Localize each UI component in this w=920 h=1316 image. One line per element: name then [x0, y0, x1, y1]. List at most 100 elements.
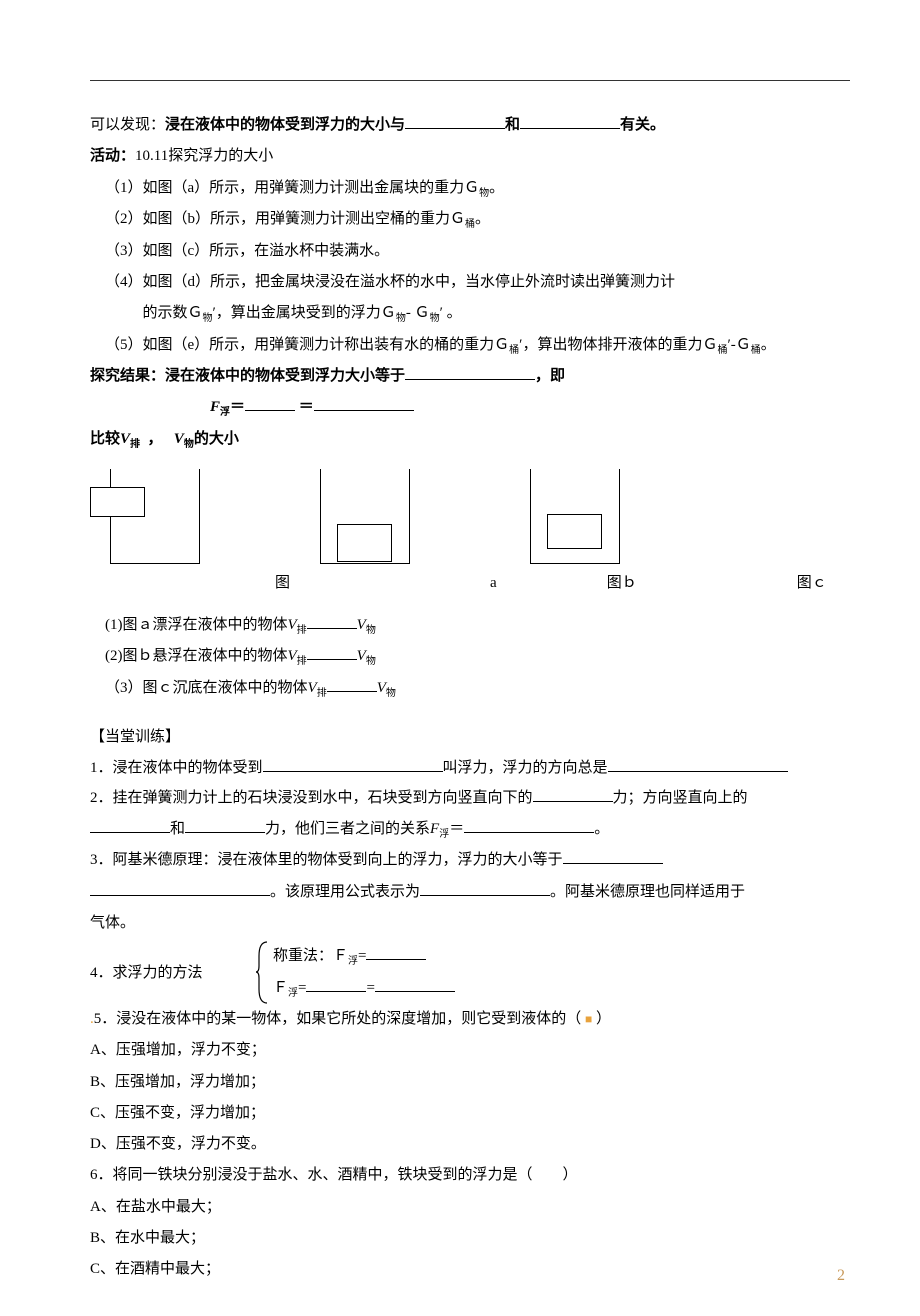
training-header: 【当堂训练】	[90, 723, 850, 752]
caption: 图ｃ	[797, 569, 827, 598]
var: V	[357, 617, 366, 633]
var: V	[357, 648, 366, 664]
text: A、在盐水中最大；	[90, 1199, 221, 1215]
blank	[608, 771, 788, 772]
q6-A: A、在盐水中最大；	[90, 1193, 850, 1222]
diagram-suspend-box	[337, 524, 392, 562]
sub: 物	[430, 313, 440, 324]
text: 有关。	[620, 117, 665, 133]
q4: 4．求浮力的方法 称重法：Ｆ浮= Ｆ浮==	[90, 940, 850, 1005]
text: 和	[505, 117, 520, 133]
blank	[185, 832, 265, 833]
sub: 物	[396, 313, 406, 324]
sub: 桶	[465, 219, 475, 230]
sub: 浮	[220, 407, 230, 418]
text: （5）如图（e）所示，用弹簧测力计称出装有水的桶的重力Ｇ	[105, 337, 509, 353]
diagram-float-box	[90, 487, 145, 517]
caption-row: 图a图ｂ图ｃ	[90, 569, 850, 598]
blank	[90, 832, 170, 833]
sub: 物	[184, 439, 194, 450]
text: 。	[475, 211, 490, 227]
activity-title: 活动：10.11探究浮力的大小	[90, 142, 850, 171]
diagram-a	[100, 469, 210, 564]
text: =	[358, 948, 366, 964]
sub: 物	[366, 625, 376, 636]
var: F	[210, 399, 220, 415]
blank	[375, 991, 455, 992]
text: B、压强增加，浮力增加；	[90, 1074, 265, 1090]
text: 3．阿基米德原理：浸在液体里的物体受到向上的浮力，浮力的大小等于	[90, 852, 563, 868]
q4-label: 4．求浮力的方法	[90, 940, 255, 1005]
text: 可以发现：	[90, 117, 165, 133]
text: C、在酒精中最大；	[90, 1261, 220, 1277]
diagram-row	[90, 469, 850, 564]
q3-line3: 气体。	[90, 909, 850, 938]
blank	[307, 659, 357, 660]
step-4a: （4）如图（d）所示，把金属块浸没在溢水杯的水中，当水停止外流时读出弹簧测力计	[90, 268, 850, 297]
sub: 排	[317, 688, 327, 699]
sub: 排	[297, 625, 307, 636]
text: ，	[148, 431, 163, 447]
text: 10.11探究浮力的大小	[135, 148, 273, 164]
text: 。	[489, 180, 504, 196]
var: V	[120, 431, 130, 447]
text: 叫浮力，浮力的方向总是	[443, 760, 608, 776]
text: 2．挂在弹簧测力计上的石块浸没到水中，石块受到方向竖直向下的	[90, 790, 533, 806]
diagram-suspend-box	[547, 514, 602, 549]
blank	[245, 410, 295, 411]
text: ′，算出物体排开液体的重力Ｇ	[519, 337, 717, 353]
blank	[306, 991, 366, 992]
text: ＝	[230, 399, 245, 415]
text: 活动：	[90, 148, 135, 164]
text: 的示数Ｇ	[143, 305, 203, 321]
result-formula: F浮＝ ＝	[90, 393, 850, 423]
text: 【当堂训练】	[90, 729, 180, 745]
text: A、压强增加，浮力不变；	[90, 1042, 266, 1058]
caption: a	[490, 569, 497, 598]
sub: 浮	[348, 956, 358, 967]
var: V	[174, 431, 184, 447]
text: （1）如图（a）所示，用弹簧测力计测出金属块的重力Ｇ	[105, 180, 479, 196]
page-number: 2	[837, 1260, 845, 1291]
top-divider	[90, 80, 850, 81]
blank	[520, 128, 620, 129]
q2-line1: 2．挂在弹簧测力计上的石块浸没到水中，石块受到方向竖直向下的 力；方向竖直向上的	[90, 784, 850, 813]
text: 和	[170, 821, 185, 837]
step-2: （2）如图（b）所示，用弹簧测力计测出空桶的重力Ｇ桶。	[90, 205, 850, 235]
sub: 物	[366, 656, 376, 667]
text: - Ｇ	[406, 305, 430, 321]
sub: 桶	[717, 345, 727, 356]
discovery-line: 可以发现：浸在液体中的物体受到浮力的大小与 和 有关。	[90, 111, 850, 140]
text: Ｆ	[273, 980, 288, 996]
var: F	[430, 821, 439, 837]
blank	[307, 628, 357, 629]
blank	[563, 863, 663, 864]
blank	[533, 801, 613, 802]
text: 比较	[90, 431, 120, 447]
text: 的大小	[194, 431, 239, 447]
sub: 桶	[751, 345, 761, 356]
text: （3）如图（c）所示，在溢水杯中装满水。	[105, 243, 389, 259]
sub: 物	[479, 188, 489, 199]
text: =	[366, 980, 374, 996]
text: 力；方向竖直向上的	[613, 790, 748, 806]
q5: .5．浸没在液体中的某一物体，如果它所处的深度增加，则它受到液体的（ ■ ）	[90, 1005, 850, 1034]
sub: 物	[203, 313, 213, 324]
q4-options: 称重法：Ｆ浮= Ｆ浮==	[269, 940, 455, 1005]
text: 称重法：Ｆ	[273, 948, 348, 964]
blank	[420, 895, 550, 896]
text: ′-Ｇ	[727, 337, 750, 353]
text: ＝	[299, 399, 314, 415]
diagram-c	[520, 469, 630, 564]
item-3: （3）图ｃ沉底在液体中的物体V排V物	[90, 674, 850, 704]
text: 5．浸没在液体中的某一物体，如果它所处的深度增加，则它受到液体的（	[94, 1011, 582, 1027]
q5-C: C、压强不变，浮力增加；	[90, 1099, 850, 1128]
q6: 6．将同一铁块分别浸没于盐水、水、酒精中，铁块受到的浮力是（ ）	[90, 1161, 850, 1190]
q1: 1．浸在液体中的物体受到叫浮力，浮力的方向总是	[90, 754, 850, 783]
diagram-b	[310, 469, 420, 564]
text-bold: 浸在液体中的物体受到浮力的大小与	[165, 117, 405, 133]
step-3: （3）如图（c）所示，在溢水杯中装满水。	[90, 237, 850, 266]
text: ，即	[535, 368, 565, 384]
text: 力，他们三者之间的关系	[265, 821, 430, 837]
sub: 物	[386, 688, 396, 699]
